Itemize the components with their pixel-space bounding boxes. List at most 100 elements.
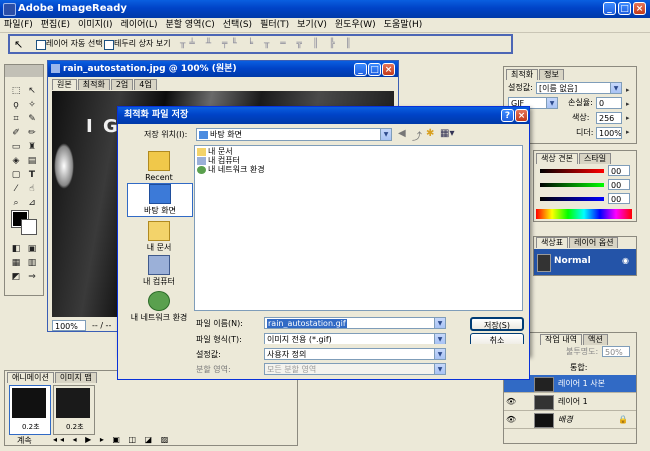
slice-visibility-icon[interactable]: ▣ bbox=[26, 243, 38, 255]
bounding-box-checkbox[interactable] bbox=[104, 40, 114, 50]
playback-controls-icon[interactable]: ◂◂ ◂ ▶ ▸ ▣ ◫ ◪ ▨ bbox=[53, 435, 171, 445]
frame-1[interactable]: 0.2초 bbox=[9, 385, 51, 435]
layer-row-background[interactable]: 👁 배경 🔒 bbox=[504, 411, 636, 429]
crop-tool-icon[interactable]: ⌗ bbox=[10, 113, 22, 125]
minimize-button[interactable]: _ bbox=[603, 2, 616, 15]
bucket-tool-icon[interactable]: ◈ bbox=[10, 155, 22, 167]
tab-original[interactable]: 원본 bbox=[52, 79, 77, 90]
tab-color-table[interactable]: 색상표 bbox=[536, 237, 569, 248]
menu-view[interactable]: 보기(V) bbox=[293, 18, 331, 32]
eye-icon[interactable]: 👁 bbox=[506, 411, 516, 428]
menu-file[interactable]: 파일(F) bbox=[0, 18, 37, 32]
measure-tool-icon[interactable]: ⊿ bbox=[26, 197, 38, 209]
panel-arrow-icon[interactable]: ▸ ▸ ▸ ▸ bbox=[626, 83, 635, 141]
save-button[interactable]: 저장(S) bbox=[470, 317, 524, 331]
place-recent[interactable]: Recent bbox=[127, 151, 191, 183]
auto-select-checkbox[interactable] bbox=[36, 40, 46, 50]
view-menu-icon[interactable]: ▦▾ bbox=[440, 128, 454, 139]
file-list[interactable]: 내 문서 내 컴퓨터 내 네트워크 환경 bbox=[194, 145, 523, 311]
doc-minimize-button[interactable]: _ bbox=[354, 63, 367, 76]
preview-mode-icon[interactable]: ▦ bbox=[10, 257, 22, 269]
settings-select[interactable]: 사용자 정의 ▼ bbox=[264, 348, 446, 360]
type-tool-icon[interactable]: T bbox=[26, 169, 38, 181]
tab-optimize[interactable]: 최적화 bbox=[506, 69, 539, 80]
tab-2up[interactable]: 2업 bbox=[110, 79, 134, 90]
tab-swatches[interactable]: 색상 견본 bbox=[536, 153, 578, 164]
maximize-button[interactable]: □ bbox=[618, 2, 631, 15]
jump-to-photoshop-icon[interactable]: ⇒ bbox=[26, 271, 38, 283]
shape-tool-icon[interactable]: ▢ bbox=[10, 169, 22, 181]
layer-row-layer1[interactable]: 👁 레이어 1 bbox=[504, 393, 636, 411]
hand-tool-icon[interactable]: ☝ bbox=[26, 183, 38, 195]
tab-image-map[interactable]: 이미지 맵 bbox=[54, 372, 97, 383]
file-item-network[interactable]: 내 네트워크 환경 bbox=[197, 165, 520, 174]
opacity-field[interactable]: 50% bbox=[602, 346, 630, 357]
menu-window[interactable]: 윈도우(W) bbox=[331, 18, 380, 32]
menu-select[interactable]: 선택(S) bbox=[219, 18, 256, 32]
tab-animation[interactable]: 애니메이션 bbox=[7, 372, 54, 383]
zoom-field[interactable]: 100% bbox=[52, 320, 86, 331]
stamp-tool-icon[interactable]: ♜ bbox=[26, 141, 38, 153]
dialog-close-button[interactable]: × bbox=[515, 109, 528, 122]
eye-icon[interactable]: 👁 bbox=[506, 393, 516, 410]
move-tool-icon[interactable]: ↖ bbox=[14, 38, 23, 51]
menu-image[interactable]: 이미지(I) bbox=[74, 18, 117, 32]
menu-slices[interactable]: 분할 영역(C) bbox=[161, 18, 218, 32]
red-slider[interactable] bbox=[540, 169, 604, 173]
loop-select[interactable]: 계속 bbox=[17, 435, 32, 446]
tab-optimized[interactable]: 최적화 bbox=[77, 79, 110, 90]
green-field[interactable]: 00 bbox=[608, 179, 630, 190]
arrow-tool-icon[interactable]: ↖ bbox=[26, 85, 38, 97]
image-map-tool-icon[interactable]: ◧ bbox=[10, 243, 22, 255]
brush-tool-icon[interactable]: ✐ bbox=[10, 127, 22, 139]
frame-delay[interactable]: 0.2초 bbox=[66, 422, 84, 432]
up-folder-icon[interactable]: ⤴ bbox=[412, 128, 422, 143]
tab-actions[interactable]: 액션 bbox=[582, 334, 608, 345]
doc-close-button[interactable]: × bbox=[382, 63, 395, 76]
place-desktop[interactable]: 바탕 화면 bbox=[127, 183, 193, 217]
tab-4up[interactable]: 4업 bbox=[134, 79, 157, 90]
background-color-swatch[interactable] bbox=[21, 219, 37, 235]
close-button[interactable]: × bbox=[633, 2, 646, 15]
eraser-tool-icon[interactable]: ▭ bbox=[10, 141, 22, 153]
new-folder-icon[interactable]: ✱ bbox=[426, 128, 434, 139]
slice-tool-icon[interactable]: ✎ bbox=[26, 113, 38, 125]
wand-tool-icon[interactable]: ✧ bbox=[26, 99, 38, 111]
tab-styles[interactable]: 스타일 bbox=[578, 153, 612, 164]
green-slider[interactable] bbox=[540, 183, 604, 187]
screen-mode-icon[interactable]: ▥ bbox=[26, 257, 38, 269]
frame-2[interactable]: 0.2초 bbox=[53, 385, 95, 435]
blue-slider[interactable] bbox=[540, 197, 604, 201]
zoom-tool-icon[interactable]: ⌕ bbox=[10, 197, 22, 209]
preview-browser-icon[interactable]: ◩ bbox=[10, 271, 22, 283]
tab-history[interactable]: 작업 내역 bbox=[540, 334, 582, 345]
filename-input[interactable]: rain_autostation.gif ▼ bbox=[264, 317, 446, 329]
blue-field[interactable]: 00 bbox=[608, 193, 630, 204]
back-icon[interactable]: ◀ bbox=[398, 128, 406, 139]
marquee-tool-icon[interactable]: ⬚ bbox=[10, 85, 22, 97]
align-icons[interactable]: ╥╧ ╨ ╤╙ ╘ ╥ ═ ╦ ║ ╠ ║ bbox=[180, 39, 380, 49]
place-network[interactable]: 내 네트워크 환경 bbox=[127, 291, 191, 323]
tab-layer-options[interactable]: 레이어 옵션 bbox=[569, 237, 619, 248]
preset-select[interactable]: [이름 없음] ▼ bbox=[536, 82, 622, 94]
menu-help[interactable]: 도움말(H) bbox=[380, 18, 427, 32]
slices-select[interactable]: 모든 분할 영역 ▼ bbox=[264, 363, 446, 375]
gradient-tool-icon[interactable]: ▤ bbox=[26, 155, 38, 167]
menu-layer[interactable]: 레이어(L) bbox=[117, 18, 162, 32]
save-in-select[interactable]: 바탕 화면 ▼ bbox=[196, 128, 392, 141]
lasso-tool-icon[interactable]: ϙ bbox=[10, 99, 22, 111]
dialog-help-button[interactable]: ? bbox=[501, 109, 514, 122]
colors-field[interactable]: 256 bbox=[596, 112, 622, 124]
file-item-my-documents[interactable]: 내 문서 bbox=[197, 147, 520, 156]
blend-mode-row[interactable]: Normal ◉ bbox=[534, 249, 636, 275]
file-item-my-computer[interactable]: 내 컴퓨터 bbox=[197, 156, 520, 165]
red-field[interactable]: 00 bbox=[608, 165, 630, 176]
place-my-documents[interactable]: 내 문서 bbox=[127, 221, 191, 253]
eyedropper-tool-icon[interactable]: ⁄ bbox=[10, 183, 22, 195]
lossy-field[interactable]: 0 bbox=[596, 97, 622, 109]
dither-field[interactable]: 100% bbox=[596, 127, 622, 139]
place-my-computer[interactable]: 내 컴퓨터 bbox=[127, 255, 191, 287]
frame-delay[interactable]: 0.2초 bbox=[22, 422, 40, 432]
menu-filter[interactable]: 필터(T) bbox=[256, 18, 293, 32]
menu-edit[interactable]: 편집(E) bbox=[37, 18, 74, 32]
